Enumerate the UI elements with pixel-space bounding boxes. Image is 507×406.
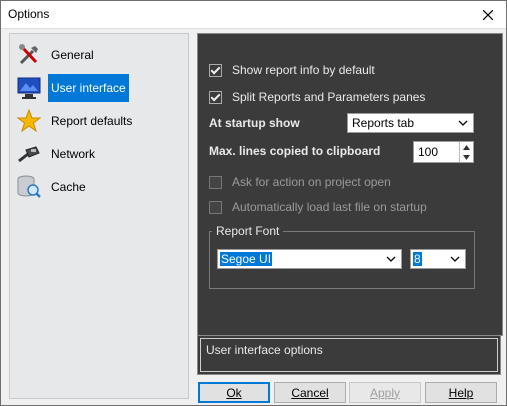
max-lines-value: 100 bbox=[418, 145, 439, 159]
startup-show-label: At startup show bbox=[209, 116, 300, 130]
sidebar-item-label: General bbox=[51, 48, 94, 62]
checkbox-label: Show report info by default bbox=[232, 63, 375, 77]
tools-icon bbox=[14, 41, 44, 69]
description-box: User interface options bbox=[197, 335, 501, 375]
stepper-down-button[interactable] bbox=[460, 152, 473, 162]
sidebar-item-label: Network bbox=[51, 147, 96, 161]
checkbox-box[interactable] bbox=[209, 63, 222, 77]
checkbox-label: Automatically load last file on startup bbox=[232, 200, 427, 214]
window-title: Options bbox=[8, 7, 50, 21]
stepper-up-button[interactable] bbox=[460, 142, 473, 152]
description-text: User interface options bbox=[200, 338, 498, 372]
chevron-down-icon bbox=[386, 256, 396, 262]
checkbox-label: Ask for action on project open bbox=[232, 175, 391, 189]
network-cable-icon bbox=[14, 140, 44, 168]
star-icon bbox=[14, 107, 44, 135]
options-dialog: Options General User interface Report de… bbox=[0, 0, 507, 406]
font-size-value: 8 bbox=[413, 252, 422, 266]
auto-load-checkbox[interactable]: Automatically load last file on startup bbox=[209, 200, 427, 214]
checkbox-box[interactable] bbox=[209, 200, 222, 214]
arrow-down-icon bbox=[463, 154, 470, 160]
ok-button[interactable]: Ok bbox=[198, 382, 270, 403]
ask-action-checkbox[interactable]: Ask for action on project open bbox=[209, 175, 391, 189]
sidebar-item-network[interactable]: Network bbox=[14, 139, 98, 169]
settings-panel: Show report info by default Split Report… bbox=[197, 33, 503, 336]
chevron-down-icon bbox=[458, 120, 468, 126]
font-size-select[interactable]: 8 bbox=[410, 249, 466, 269]
max-lines-label: Max. lines copied to clipboard bbox=[209, 144, 381, 158]
stepper-buttons bbox=[459, 142, 473, 162]
startup-show-select[interactable]: Reports tab bbox=[347, 113, 474, 133]
monitor-icon bbox=[14, 74, 44, 102]
sidebar-item-label: User interface bbox=[48, 74, 129, 102]
report-font-group-label: Report Font bbox=[212, 224, 284, 238]
sidebar-item-general[interactable]: General bbox=[14, 40, 97, 70]
checkbox-label: Split Reports and Parameters panes bbox=[232, 90, 426, 104]
checkbox-box[interactable] bbox=[209, 90, 222, 104]
database-search-icon bbox=[14, 173, 44, 201]
sidebar-item-report-defaults[interactable]: Report defaults bbox=[14, 106, 135, 136]
chevron-down-icon bbox=[450, 256, 460, 262]
max-lines-stepper[interactable]: 100 bbox=[413, 141, 474, 163]
close-button[interactable] bbox=[470, 1, 506, 28]
split-panes-checkbox[interactable]: Split Reports and Parameters panes bbox=[209, 90, 425, 104]
checkbox-box[interactable] bbox=[209, 175, 222, 189]
sidebar-item-label: Report defaults bbox=[51, 114, 133, 128]
category-list: General User interface Report defaults N… bbox=[9, 33, 189, 399]
show-report-info-checkbox[interactable]: Show report info by default bbox=[209, 63, 375, 77]
font-family-value: Segoe UI bbox=[220, 252, 273, 266]
apply-button[interactable]: Apply bbox=[349, 382, 421, 403]
cancel-button[interactable]: Cancel bbox=[274, 382, 346, 403]
arrow-up-icon bbox=[463, 144, 470, 150]
startup-show-value: Reports tab bbox=[352, 116, 415, 130]
help-button[interactable]: Help bbox=[425, 382, 497, 403]
title-bar: Options bbox=[1, 1, 506, 29]
close-icon bbox=[483, 9, 493, 20]
sidebar-item-label: Cache bbox=[51, 180, 86, 194]
font-family-select[interactable]: Segoe UI bbox=[217, 249, 402, 269]
sidebar-item-user-interface[interactable]: User interface bbox=[14, 73, 129, 103]
sidebar-item-cache[interactable]: Cache bbox=[14, 172, 89, 202]
